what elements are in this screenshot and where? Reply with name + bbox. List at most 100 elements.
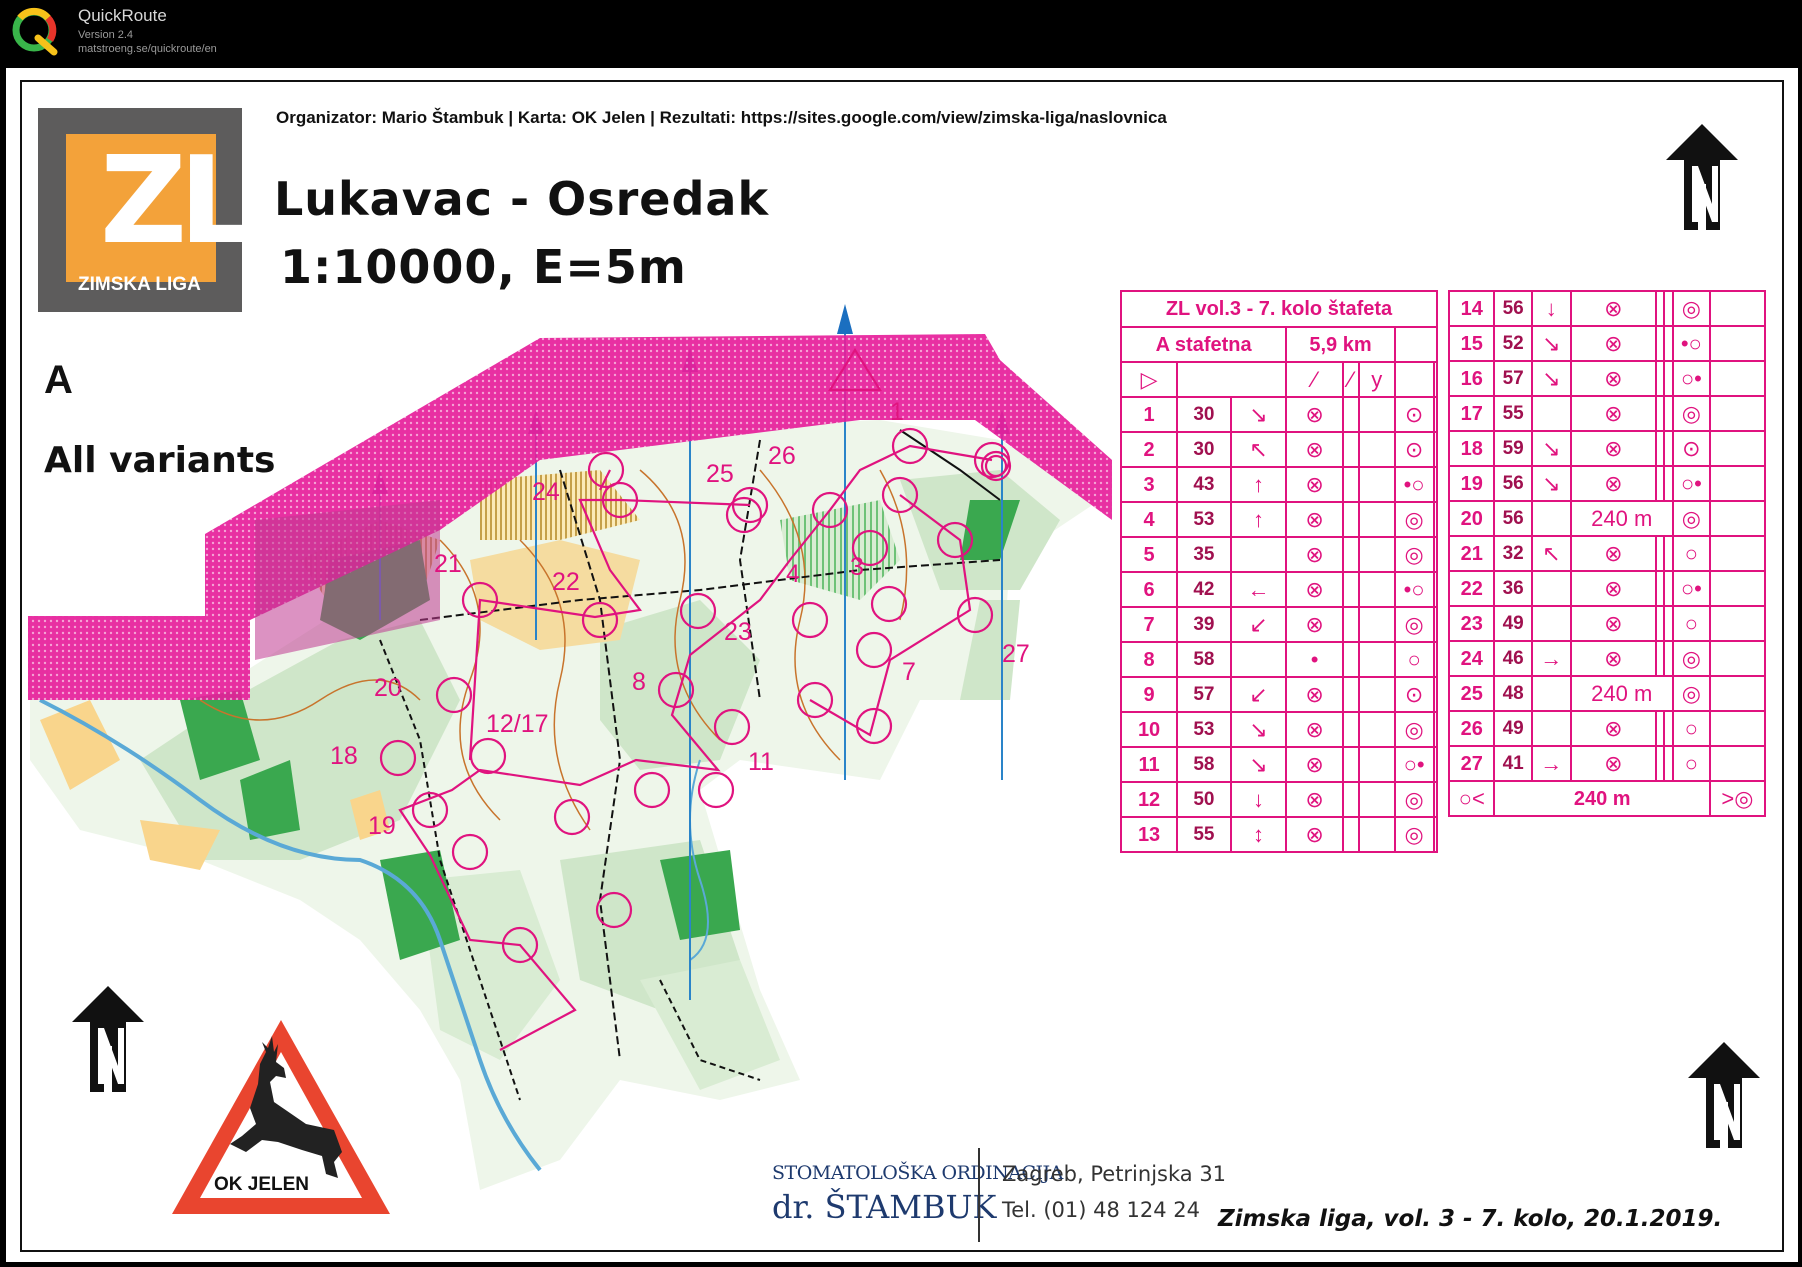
description-row: 12 50 ↓ ⊗ ◎ <box>1119 781 1439 818</box>
feature-icon: ⊗ <box>1569 290 1658 327</box>
empty-cell <box>1654 570 1666 607</box>
control-code: 50 <box>1176 781 1232 818</box>
empty-cell <box>1341 501 1360 538</box>
control-label: 23 <box>724 618 752 646</box>
empty-cell <box>1357 396 1396 433</box>
feature-icon: ⊗ <box>1285 396 1344 433</box>
control-number: 1 <box>1119 396 1179 433</box>
empty-cell <box>1341 571 1360 608</box>
organizer-line: Organizator: Mario Štambuk | Karta: OK J… <box>276 108 1167 127</box>
empty-cell <box>1708 640 1767 677</box>
empty-cell <box>1708 360 1767 397</box>
empty-cell <box>1341 466 1360 503</box>
control-code: 42 <box>1176 571 1232 608</box>
empty-cell <box>1663 290 1674 327</box>
finish-distance: 240 m <box>1493 780 1711 817</box>
empty-cell <box>1708 430 1767 467</box>
control-label: 18 <box>330 742 358 770</box>
control-label: 12/17 <box>486 710 549 738</box>
empty-cell <box>1357 501 1396 538</box>
empty-cell <box>1341 396 1360 433</box>
control-number: 25 <box>1447 675 1496 712</box>
course-letter: A <box>44 358 73 402</box>
empty-cell <box>1654 360 1666 397</box>
feature-icon: 240 m <box>1569 675 1674 712</box>
control-number: 20 <box>1447 500 1496 537</box>
feature-icon: ⊗ <box>1569 535 1658 572</box>
position-icon: •○ <box>1393 571 1435 608</box>
control-number: 9 <box>1119 676 1179 713</box>
empty-cell <box>1663 710 1674 747</box>
control-description-left: ZL vol.3 - 7. kolo štafeta A stafetna 5,… <box>1119 290 1439 853</box>
feature-icon: ⊗ <box>1285 711 1344 748</box>
sponsor-address: Zagreb, Petrinjska 31 <box>1002 1162 1227 1186</box>
feature-icon: ⊗ <box>1569 710 1658 747</box>
direction-icon: ↓ <box>1530 290 1572 327</box>
control-number: 3 <box>1119 466 1179 503</box>
empty-cell <box>1357 431 1396 468</box>
empty-cell <box>1708 605 1767 642</box>
sponsor-divider <box>978 1148 980 1242</box>
position-icon: ◎ <box>1393 711 1435 748</box>
control-number: 27 <box>1447 745 1496 782</box>
feature-icon: ⊗ <box>1285 536 1344 573</box>
control-label: 7 <box>902 658 916 686</box>
position-icon: ⊙ <box>1393 396 1435 433</box>
control-label: 24 <box>532 478 560 506</box>
north-arrow-icon <box>72 986 144 1092</box>
north-arrow-marker <box>837 304 853 334</box>
feature-icon: ⊗ <box>1569 745 1658 782</box>
empty-cell <box>1708 325 1767 362</box>
feature-icon: ⊗ <box>1285 606 1344 643</box>
empty-cell <box>1432 606 1439 643</box>
empty-cell <box>1341 676 1360 713</box>
sponsor-phone: Tel. (01) 48 124 24 <box>1002 1198 1201 1222</box>
empty-cell <box>1663 570 1674 607</box>
control-label: 21 <box>434 550 462 578</box>
empty-cell <box>1432 571 1439 608</box>
direction-icon: ↘ <box>1229 746 1288 783</box>
empty-cell <box>1432 816 1439 853</box>
feature-icon: ⊗ <box>1285 571 1344 608</box>
position-icon: ○ <box>1671 535 1711 572</box>
feature-icon: ⊗ <box>1569 325 1658 362</box>
position-icon: ○ <box>1671 710 1711 747</box>
empty-cell <box>1341 711 1360 748</box>
event-footer: Zimska liga, vol. 3 - 7. kolo, 20.1.2019… <box>1218 1206 1723 1232</box>
position-icon: ○• <box>1671 570 1711 607</box>
direction-icon <box>1229 536 1288 573</box>
feature-icon: ⊗ <box>1285 676 1344 713</box>
direction-icon <box>1530 395 1572 432</box>
direction-icon: ↘ <box>1530 430 1572 467</box>
description-row: 13 55 ↕ ⊗ ◎ <box>1119 816 1439 853</box>
feature-icon: ⊗ <box>1285 816 1344 853</box>
direction-icon: ↙ <box>1229 676 1288 713</box>
empty-cell <box>1432 431 1439 468</box>
zimska-liga-logo: ZL ZIMSKA LIGA <box>38 108 256 312</box>
control-label: 25 <box>706 460 734 488</box>
description-row: 16 57 ↘ ⊗ ○• <box>1447 360 1767 397</box>
direction-icon <box>1530 570 1572 607</box>
description-row: 9 57 ↙ ⊗ ⊙ <box>1119 676 1439 713</box>
description-row: 18 59 ↘ ⊗ ⊙ <box>1447 430 1767 467</box>
control-code: 57 <box>1176 676 1232 713</box>
empty-cell <box>1663 360 1674 397</box>
control-number: 18 <box>1447 430 1496 467</box>
control-code: 32 <box>1493 535 1533 572</box>
empty-cell <box>1708 465 1767 502</box>
direction-icon: ↓ <box>1229 781 1288 818</box>
feature-icon: ⊗ <box>1569 465 1658 502</box>
direction-icon: ↕ <box>1229 816 1288 853</box>
position-icon: ◎ <box>1671 500 1711 537</box>
empty-cell <box>1357 466 1396 503</box>
position-icon: ◎ <box>1671 640 1711 677</box>
control-number: 7 <box>1119 606 1179 643</box>
description-row: 6 42 ← ⊗ •○ <box>1119 571 1439 608</box>
empty-cell <box>1708 745 1767 782</box>
logo-letters: ZL <box>100 132 256 271</box>
description-row: 26 49 ⊗ ○ <box>1447 710 1767 747</box>
empty-cell <box>1432 711 1439 748</box>
empty-cell <box>1341 781 1360 818</box>
empty-cell <box>1432 781 1439 818</box>
control-label: 20 <box>374 674 402 702</box>
